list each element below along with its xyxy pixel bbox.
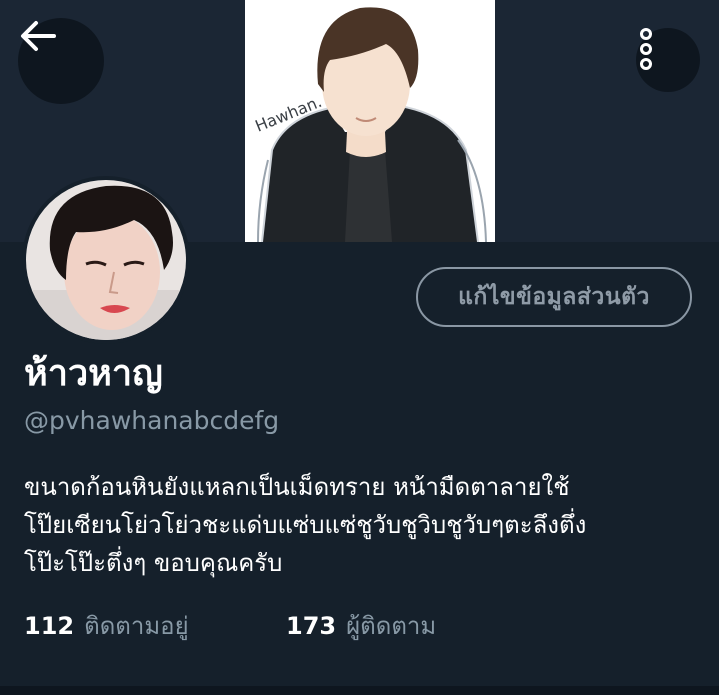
bio-line: ขนาดก้อนหินยังแหลกเป็นเม็ดทราย หน้ามืดตา… [24, 473, 570, 501]
bio-line: โป๊ะโป๊ะตึ่งๆ ขอบคุณครับ [24, 549, 283, 577]
username-handle: @pvhawhanabcdefg [24, 406, 280, 435]
following-stat[interactable]: 112 ติดตามอยู่ [24, 606, 286, 645]
more-vertical-icon [640, 28, 652, 70]
arrow-left-icon [21, 21, 56, 51]
edit-profile-button[interactable]: แก้ไขข้อมูลส่วนตัว [416, 267, 692, 327]
following-label: ติดตามอยู่ [84, 612, 189, 640]
bio: ขนาดก้อนหินยังแหลกเป็นเม็ดทราย หน้ามืดตา… [24, 468, 704, 582]
avatar[interactable] [22, 176, 190, 344]
following-count: 112 [24, 612, 75, 640]
more-options-button[interactable] [636, 28, 700, 92]
bio-line: โป๊ยเซียนโย่วโย่วชะแด่บแซ่บแซ่ชูวับชูวิบ… [24, 511, 587, 539]
display-name: ห้าวหาญ [24, 353, 163, 394]
divider [0, 686, 719, 695]
followers-label: ผู้ติดตาม [346, 612, 437, 640]
followers-count: 173 [286, 612, 337, 640]
followers-stat[interactable]: 173 ผู้ติดตาม [286, 606, 436, 645]
follow-stats: 112 ติดตามอยู่ 173 ผู้ติดตาม [24, 606, 436, 645]
back-button[interactable] [18, 18, 104, 104]
avatar-photo [26, 180, 186, 340]
